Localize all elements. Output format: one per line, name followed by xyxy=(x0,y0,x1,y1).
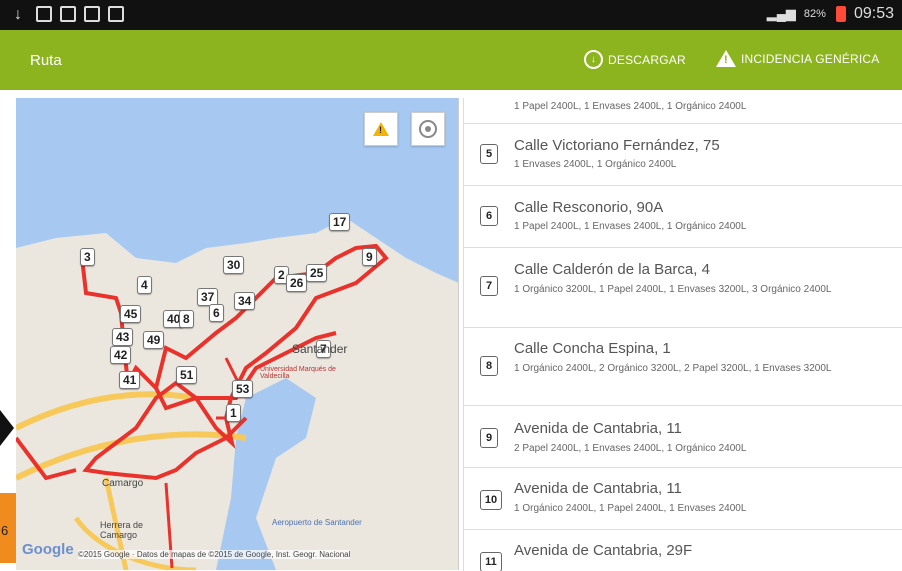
signal-icon: ▂▄▆ xyxy=(766,6,796,21)
map-pin[interactable]: 43 xyxy=(112,328,134,346)
route-stop-list[interactable]: 1 Papel 2400L, 1 Envases 2400L, 1 Orgáni… xyxy=(463,98,902,571)
download-label: DESCARGAR xyxy=(608,52,686,67)
stop-number-badge: 10 xyxy=(480,490,502,510)
list-item[interactable]: 6 Calle Resconorio, 90A 1 Papel 2400L, 1… xyxy=(464,186,902,248)
clock: 09:53 xyxy=(853,5,894,22)
battery-icon xyxy=(835,6,846,22)
map-pin[interactable]: 45 xyxy=(120,305,142,323)
map-pin[interactable]: 30 xyxy=(223,256,245,274)
generic-incident-button[interactable]: INCIDENCIA GENÉRICA xyxy=(716,50,880,67)
map-pin[interactable]: 53 xyxy=(232,380,254,398)
herrera-label: Herrera de Camargo xyxy=(100,520,144,540)
city-label: Santander xyxy=(292,342,348,356)
stop-number-badge: 6 xyxy=(480,206,498,226)
list-item[interactable]: 9 Avenida de Cantabria, 11 2 Papel 2400L… xyxy=(464,406,902,468)
map-pin[interactable]: 51 xyxy=(176,366,198,384)
map-attribution[interactable]: ©2015 Google · Datos de mapas de ©2015 d… xyxy=(78,550,351,559)
stop-street: Calle Victoriano Fernández, 75 xyxy=(514,137,720,154)
app-bar: Ruta ↓ DESCARGAR INCIDENCIA GENÉRICA xyxy=(0,30,902,90)
map-pin[interactable]: 1 xyxy=(226,404,241,422)
notification-icon xyxy=(36,6,52,22)
status-bar: ▂▄▆ 82% 09:53 xyxy=(0,0,902,30)
alert-map-button[interactable] xyxy=(364,112,398,146)
stop-street: Calle Calderón de la Barca, 4 xyxy=(514,261,710,278)
camera-icon xyxy=(108,6,124,22)
map-pin[interactable]: 25 xyxy=(306,264,328,282)
stop-detail: 1 Orgánico 2400L, 2 Orgánico 3200L, 2 Pa… xyxy=(514,363,832,374)
gallery-icon xyxy=(60,6,76,22)
sync-icon xyxy=(84,6,100,22)
edge-arrow-icon xyxy=(0,410,14,446)
map-pin[interactable]: 17 xyxy=(329,213,351,231)
map-canvas[interactable] xyxy=(16,98,459,570)
incident-label: INCIDENCIA GENÉRICA xyxy=(741,51,880,66)
stop-street: Avenida de Cantabria, 11 xyxy=(514,480,682,497)
university-label: Universidad Marqués de Valdecilla xyxy=(260,366,336,380)
map-pin[interactable]: 42 xyxy=(110,346,132,364)
my-location-button[interactable] xyxy=(411,112,445,146)
download-button[interactable]: ↓ DESCARGAR xyxy=(584,50,686,69)
stop-number-badge: 9 xyxy=(480,428,498,448)
map-pin[interactable]: 8 xyxy=(179,310,194,328)
airport-label: Aeropuerto de Santander xyxy=(272,518,362,527)
map-pin[interactable]: 9 xyxy=(362,248,377,266)
route-map[interactable]: 3 4 45 43 42 41 40 8 49 30 37 6 34 2 26 … xyxy=(16,98,459,570)
stop-street: Avenida de Cantabria, 11 xyxy=(514,420,682,437)
page-title: Ruta xyxy=(30,52,62,69)
map-pin[interactable]: 6 xyxy=(209,304,224,322)
stop-street: Calle Resconorio, 90A xyxy=(514,199,664,216)
map-pin[interactable]: 34 xyxy=(234,292,256,310)
warning-icon xyxy=(716,50,736,67)
camargo-label: Camargo xyxy=(102,478,144,489)
alert-icon xyxy=(373,122,389,136)
list-item[interactable]: 7 Calle Calderón de la Barca, 4 1 Orgáni… xyxy=(464,248,902,328)
stop-street: Calle Concha Espina, 1 xyxy=(514,340,671,357)
stop-detail: 1 Orgánico 2400L, 1 Papel 2400L, 1 Envas… xyxy=(514,503,747,514)
map-pin[interactable]: 26 xyxy=(286,274,308,292)
list-item[interactable]: 1 Papel 2400L, 1 Envases 2400L, 1 Orgáni… xyxy=(464,98,902,124)
stop-detail: 1 Papel 2400L, 1 Envases 2400L, 1 Orgáni… xyxy=(514,221,747,232)
list-item[interactable]: 11 Avenida de Cantabria, 29F xyxy=(464,530,902,571)
list-item[interactable]: 8 Calle Concha Espina, 1 1 Orgánico 2400… xyxy=(464,328,902,406)
stop-street: Avenida de Cantabria, 29F xyxy=(514,542,693,559)
list-item[interactable]: 5 Calle Victoriano Fernández, 75 1 Envas… xyxy=(464,124,902,186)
stop-number-badge: 11 xyxy=(480,552,502,571)
stop-detail: 2 Papel 2400L, 1 Envases 2400L, 1 Orgáni… xyxy=(514,443,747,454)
usb-icon xyxy=(14,6,28,22)
map-pin[interactable]: 41 xyxy=(119,371,141,389)
stop-number-badge: 8 xyxy=(480,356,498,376)
google-logo: Google xyxy=(22,541,74,558)
download-icon: ↓ xyxy=(584,50,603,69)
stop-number-badge: 7 xyxy=(480,276,498,296)
map-pin[interactable]: 3 xyxy=(80,248,95,266)
location-icon xyxy=(419,120,437,138)
stop-detail: 1 Envases 2400L, 1 Orgánico 2400L xyxy=(514,159,677,170)
edge-fragment: 6 xyxy=(0,493,16,563)
stop-detail: 1 Papel 2400L, 1 Envases 2400L, 1 Orgáni… xyxy=(514,101,747,112)
stop-detail: 1 Orgánico 3200L, 1 Papel 2400L, 1 Envas… xyxy=(514,284,832,295)
map-pin[interactable]: 4 xyxy=(137,276,152,294)
map-pin[interactable]: 49 xyxy=(143,331,165,349)
stop-number-badge: 5 xyxy=(480,144,498,164)
list-item[interactable]: 10 Avenida de Cantabria, 11 1 Orgánico 2… xyxy=(464,468,902,530)
battery-text: 82% xyxy=(803,8,826,20)
edge-fragment-text: 6 xyxy=(1,523,9,538)
